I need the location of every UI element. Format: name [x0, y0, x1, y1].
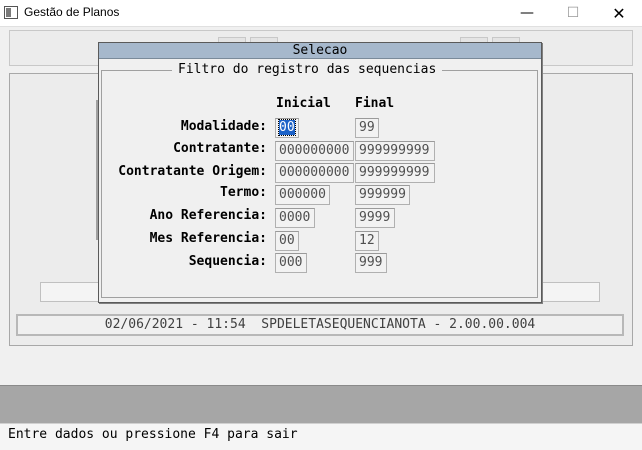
label-sequencia: Sequencia:	[188, 254, 267, 269]
message-area	[0, 385, 642, 423]
ano-referencia-final-input[interactable]: 9999	[355, 208, 395, 228]
ano-referencia-initial-input[interactable]: 0000	[275, 208, 315, 228]
program-info-bar: 02/06/2021 - 11:54 SPDELETASEQUENCIANOTA…	[16, 314, 624, 336]
app-icon	[4, 6, 18, 19]
contratante-initial-input[interactable]: 000000000	[275, 141, 354, 161]
sequencia-initial-input[interactable]: 000	[275, 253, 307, 273]
maximize-button[interactable]: ☐	[550, 0, 596, 27]
modalidade-final-input[interactable]: 99	[355, 118, 379, 138]
mes-referencia-initial-input[interactable]: 00	[275, 231, 299, 251]
label-contratante: Contratante:	[173, 141, 267, 156]
minimize-button[interactable]: —	[504, 0, 550, 27]
mes-referencia-final-input[interactable]: 12	[355, 231, 379, 251]
contratante-origem-final-input[interactable]: 999999999	[355, 163, 435, 183]
label-ano-referencia: Ano Referencia:	[149, 208, 267, 223]
label-contratante-origem: Contratante Origem:	[118, 164, 267, 179]
column-header-final: Final	[355, 96, 395, 111]
label-mes-referencia: Mes Referencia:	[149, 231, 267, 246]
group-title: Filtro do registro das sequencias	[172, 62, 443, 77]
window-title: Gestão de Planos	[24, 5, 120, 19]
sequencia-final-input[interactable]: 999	[355, 253, 387, 273]
status-text: Entre dados ou pressione F4 para sair	[8, 427, 298, 442]
termo-final-input[interactable]: 999999	[355, 185, 410, 205]
modalidade-initial-value: 00	[278, 119, 296, 136]
label-termo: Termo:	[220, 185, 267, 200]
contratante-origem-initial-input[interactable]: 000000000	[275, 163, 354, 183]
label-modalidade: Modalidade:	[180, 119, 267, 134]
modalidade-initial-input[interactable]: 00	[275, 118, 299, 138]
close-button[interactable]: ✕	[596, 0, 642, 27]
dialog-title: Selecao	[99, 43, 541, 59]
contratante-final-input[interactable]: 999999999	[355, 141, 435, 161]
column-header-initial: Inicial	[276, 96, 331, 111]
termo-initial-input[interactable]: 000000	[275, 185, 330, 205]
